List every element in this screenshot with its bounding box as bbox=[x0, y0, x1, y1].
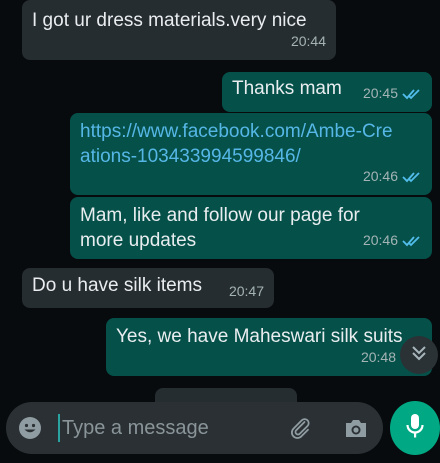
message-input[interactable]: Type a message bbox=[58, 414, 282, 442]
message-meta: 20:47 bbox=[229, 279, 264, 304]
camera-icon[interactable] bbox=[343, 416, 369, 440]
message-composer: Type a message bbox=[6, 402, 383, 454]
message-link[interactable]: https://www.facebook.com/Ambe-Creations-… bbox=[80, 119, 400, 169]
message-time: 20:48 bbox=[360, 349, 396, 365]
message-text: Mam, like and follow our page for more u… bbox=[80, 205, 360, 251]
message-meta: 20:45 bbox=[363, 81, 422, 106]
outgoing-message[interactable]: Yes, we have Maheswari silk suits 20:48 bbox=[106, 318, 432, 376]
outgoing-message[interactable]: Thanks mam 20:45 bbox=[222, 72, 432, 112]
chat-area: I got ur dress materials.very nice 20:44… bbox=[0, 0, 440, 463]
incoming-message[interactable]: Do u have silk items 20:47 bbox=[22, 268, 274, 308]
message-time: 20:47 bbox=[228, 283, 264, 299]
message-time: 20:46 bbox=[362, 168, 398, 184]
double-check-icon bbox=[402, 235, 422, 247]
mic-button[interactable] bbox=[390, 401, 440, 455]
incoming-message[interactable]: I got ur dress materials.very nice 20:44 bbox=[22, 0, 336, 60]
paperclip-icon[interactable] bbox=[288, 416, 312, 440]
message-bubble-peek bbox=[155, 388, 297, 402]
message-time: 20:45 bbox=[362, 85, 398, 101]
scroll-down-button[interactable] bbox=[400, 336, 438, 374]
message-meta: 20:48 bbox=[361, 345, 396, 370]
message-meta: 20:44 bbox=[291, 29, 326, 54]
message-text: I got ur dress materials.very nice bbox=[32, 10, 307, 31]
microphone-icon bbox=[404, 412, 426, 445]
message-time: 20:46 bbox=[362, 232, 398, 248]
chevron-double-down-icon bbox=[410, 344, 428, 367]
message-meta: 20:46 bbox=[363, 164, 422, 189]
emoji-icon[interactable] bbox=[18, 416, 42, 440]
outgoing-message[interactable]: https://www.facebook.com/Ambe-Creations-… bbox=[70, 113, 432, 195]
double-check-icon bbox=[402, 88, 422, 100]
message-time: 20:44 bbox=[290, 33, 326, 49]
double-check-icon bbox=[402, 171, 422, 183]
message-meta: 20:46 bbox=[363, 228, 422, 253]
outgoing-message[interactable]: Mam, like and follow our page for more u… bbox=[70, 197, 432, 259]
